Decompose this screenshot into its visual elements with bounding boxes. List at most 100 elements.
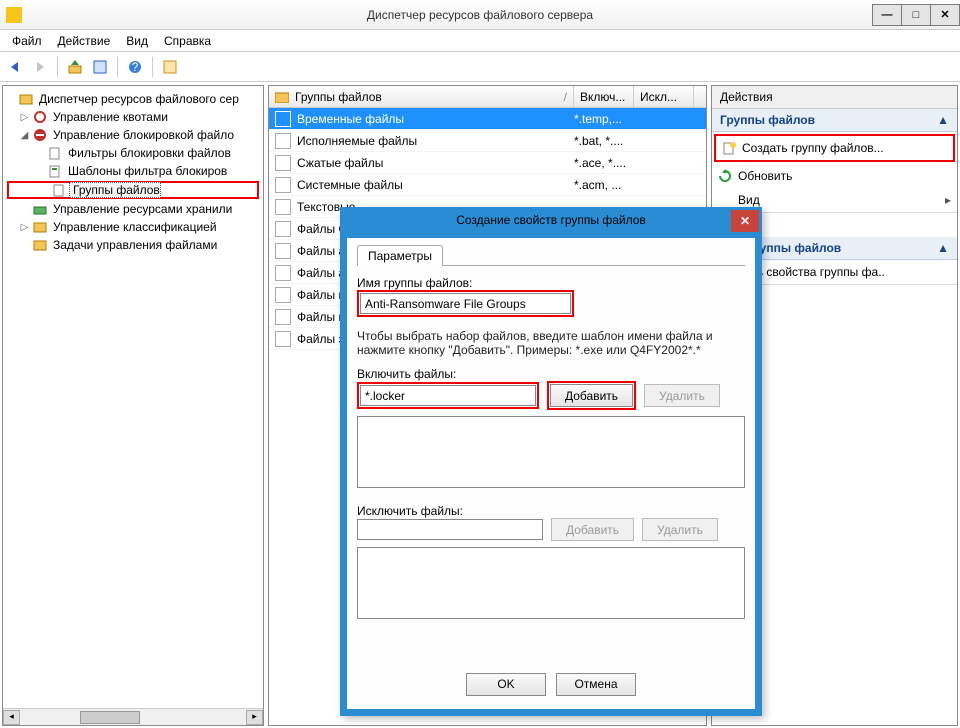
dialog-title: Создание свойств группы файлов — [456, 213, 646, 227]
exclude-add-button[interactable]: Добавить — [551, 518, 634, 541]
tree-filters[interactable]: Фильтры блокировки файлов — [5, 144, 261, 162]
action-refresh[interactable]: Обновить — [712, 164, 957, 188]
file-icon — [275, 177, 291, 193]
list-header: Группы файлов / Включ... Искл... — [269, 86, 706, 108]
file-icon — [275, 111, 291, 127]
tree-scrollbar-horizontal[interactable]: ◂ ▸ — [3, 708, 263, 725]
storage-icon — [32, 202, 48, 216]
tasks-icon — [32, 238, 48, 252]
column-header-exclude[interactable]: Искл... — [634, 86, 694, 107]
action-create-group[interactable]: Создать группу файлов... — [714, 134, 955, 162]
app-icon — [6, 7, 22, 23]
tree-templates[interactable]: Шаблоны фильтра блокиров — [5, 162, 261, 180]
window-titlebar: Диспетчер ресурсов файлового сервера — □… — [0, 0, 960, 30]
minimize-button[interactable]: — — [872, 4, 902, 26]
file-icon — [275, 133, 291, 149]
ok-button[interactable]: OK — [466, 673, 546, 696]
include-listbox[interactable] — [357, 416, 745, 488]
exclude-label: Исключить файлы: — [357, 504, 745, 518]
template-icon — [47, 164, 63, 178]
toolbar-separator — [117, 57, 118, 77]
row-label: Временные файлы — [297, 112, 404, 126]
tree-groups[interactable]: Группы файлов — [7, 181, 259, 199]
server-icon — [18, 92, 34, 106]
menu-file[interactable]: Файл — [4, 32, 50, 50]
list-row[interactable]: Временные файлы *.temp,... — [269, 108, 706, 130]
row-include: *.temp,... — [574, 112, 634, 126]
collapse-icon: ▲ — [937, 241, 949, 255]
tree-root[interactable]: Диспетчер ресурсов файлового сер — [5, 90, 261, 108]
menubar: Файл Действие Вид Справка — [0, 30, 960, 52]
group-name-input[interactable] — [360, 293, 571, 314]
file-icon — [275, 199, 291, 215]
row-label: Исполняемые файлы — [297, 134, 417, 148]
exclude-remove-button[interactable]: Удалить — [642, 518, 718, 541]
menu-view[interactable]: Вид — [118, 32, 156, 50]
tree-classification[interactable]: ▷Управление классификацией — [5, 218, 261, 236]
navigation-tree: Диспетчер ресурсов файлового сер ▷Управл… — [2, 85, 264, 726]
include-label: Включить файлы: — [357, 367, 745, 381]
file-icon — [275, 287, 291, 303]
toolbar-separator — [152, 57, 153, 77]
up-button[interactable] — [64, 56, 86, 78]
row-include: *.bat, *.... — [574, 134, 634, 148]
exclude-listbox[interactable] — [357, 547, 745, 619]
tab-parameters[interactable]: Параметры — [357, 245, 443, 266]
groups-icon — [51, 183, 67, 197]
row-label: Системные файлы — [297, 178, 403, 192]
back-button[interactable] — [4, 56, 26, 78]
exclude-pattern-input[interactable] — [357, 519, 543, 540]
file-icon — [275, 265, 291, 281]
properties-button[interactable] — [89, 56, 111, 78]
row-include: *.ace, *.... — [574, 156, 634, 170]
chevron-right-icon: ▸ — [945, 193, 951, 207]
quota-icon — [32, 110, 48, 124]
include-remove-button[interactable]: Удалить — [644, 384, 720, 407]
window-title: Диспетчер ресурсов файлового сервера — [367, 8, 593, 22]
scroll-thumb[interactable] — [80, 711, 140, 724]
help-button[interactable]: ? — [124, 56, 146, 78]
help-text: Чтобы выбрать набор файлов, введите шабл… — [357, 329, 745, 357]
row-label: Сжатые файлы — [297, 156, 383, 170]
folder-icon — [275, 91, 289, 103]
dialog-titlebar[interactable]: Создание свойств группы файлов ✕ — [341, 208, 761, 238]
dialog-close-button[interactable]: ✕ — [731, 210, 759, 232]
create-file-group-dialog: Создание свойств группы файлов ✕ Парамет… — [340, 207, 762, 716]
tree-storage[interactable]: Управление ресурсами хранили — [5, 200, 261, 218]
new-icon — [722, 141, 737, 156]
close-button[interactable]: ✕ — [930, 4, 960, 26]
file-icon — [275, 221, 291, 237]
column-header-group[interactable]: Группы файлов / — [269, 86, 574, 107]
classification-icon — [32, 220, 48, 234]
toolbar-separator — [57, 57, 58, 77]
scroll-left-button[interactable]: ◂ — [3, 710, 20, 725]
menu-action[interactable]: Действие — [50, 32, 119, 50]
list-row[interactable]: Системные файлы *.acm, ... — [269, 174, 706, 196]
tree-blocking[interactable]: ◢Управление блокировкой файло — [5, 126, 261, 144]
file-icon — [275, 309, 291, 325]
collapse-icon: ▲ — [937, 113, 949, 127]
tree-tasks[interactable]: Задачи управления файлами — [5, 236, 261, 254]
cancel-button[interactable]: Отмена — [556, 673, 636, 696]
actions-section-file-groups[interactable]: Группы файлов ▲ — [712, 109, 957, 132]
file-icon — [275, 155, 291, 171]
svg-text:?: ? — [132, 60, 139, 74]
file-icon — [275, 243, 291, 259]
tree-quota[interactable]: ▷Управление квотами — [5, 108, 261, 126]
row-include: *.acm, ... — [574, 178, 634, 192]
list-button[interactable] — [159, 56, 181, 78]
scroll-right-button[interactable]: ▸ — [246, 710, 263, 725]
forward-button[interactable] — [29, 56, 51, 78]
column-header-include[interactable]: Включ... — [574, 86, 634, 107]
list-row[interactable]: Сжатые файлы *.ace, *.... — [269, 152, 706, 174]
list-row[interactable]: Исполняемые файлы *.bat, *.... — [269, 130, 706, 152]
include-add-button[interactable]: Добавить — [550, 384, 633, 407]
refresh-icon — [718, 169, 733, 184]
filter-icon — [47, 146, 63, 160]
dialog-tabs: Параметры — [357, 244, 745, 266]
maximize-button[interactable]: □ — [901, 4, 931, 26]
actions-header: Действия — [712, 86, 957, 109]
include-pattern-input[interactable] — [360, 385, 536, 406]
block-icon — [32, 128, 48, 142]
menu-help[interactable]: Справка — [156, 32, 219, 50]
